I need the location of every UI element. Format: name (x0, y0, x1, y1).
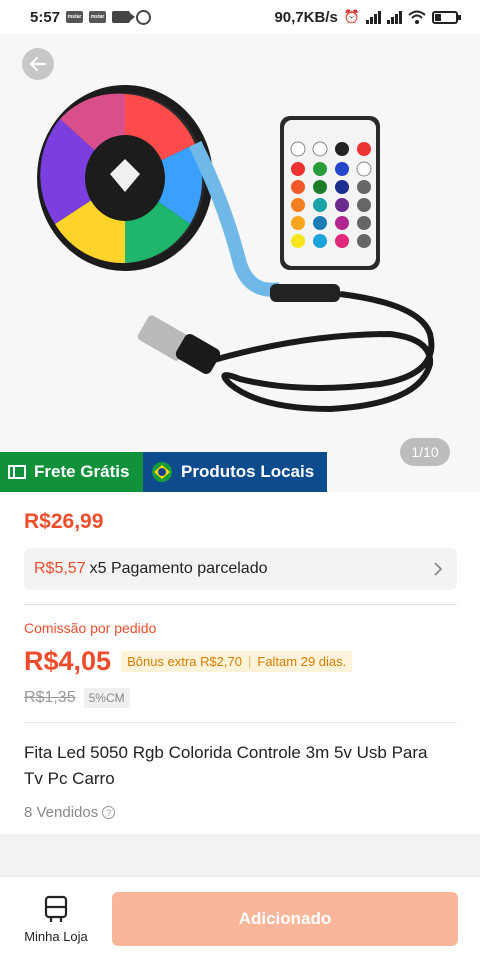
commission-row: R$4,05 Bônus extra R$2,70 | Faltam 29 di… (24, 646, 353, 677)
my-store-label: Minha Loja (24, 929, 88, 944)
divider (24, 604, 457, 605)
info-icon[interactable]: ? (102, 806, 116, 819)
video-camera-icon (112, 11, 136, 23)
ticket-icon (8, 465, 26, 479)
commission-rate: 5%CM (83, 688, 130, 708)
divider (24, 722, 457, 723)
wifi-icon (408, 10, 426, 24)
product-price: R$26,99 (24, 510, 104, 533)
installment-value: R$5,57 (34, 560, 86, 577)
installment-row[interactable]: R$5,57 x5 Pagamento parcelado (24, 548, 457, 590)
alarm-icon: ⏰ (343, 9, 360, 24)
section-spacer (0, 834, 480, 876)
bottom-bar: Minha Loja Adicionado (0, 876, 480, 960)
old-commission: R$1,35 (24, 689, 76, 706)
signal-icon (366, 10, 381, 24)
signal-icon (387, 10, 402, 24)
whatsapp-icon (136, 9, 152, 25)
product-info: R$26,99 R$5,57 x5 Pagamento parcelado Co… (0, 492, 480, 834)
back-button[interactable] (22, 48, 54, 80)
battery-icon (432, 10, 461, 24)
product-badges: Frete Grátis Produtos Locais (0, 452, 327, 492)
bonus-chip: Bônus extra R$2,70 | Faltam 29 dias. (121, 651, 353, 672)
sold-count: 8 Vendidos ? (24, 804, 116, 821)
network-speed: 90,7KB/s (274, 8, 338, 26)
bonus-text: Bônus extra R$2,70 (127, 654, 242, 669)
brazil-flag-icon (152, 462, 172, 482)
free-shipping-label: Frete Grátis (34, 462, 130, 481)
notification-icon: mstar (89, 11, 107, 23)
product-gallery[interactable]: 1/10 (0, 34, 480, 492)
commission-value: R$4,05 (24, 646, 112, 676)
store-icon (44, 895, 68, 922)
old-commission-row: R$1,35 5%CM (24, 688, 130, 708)
days-left: Faltam 29 dias. (257, 654, 347, 669)
arrow-left-icon (29, 56, 47, 72)
product-photo (0, 34, 480, 492)
installment-text: x5 Pagamento parcelado (89, 560, 268, 577)
local-products-badge: Produtos Locais (143, 452, 327, 492)
notification-icon: mstar (66, 11, 84, 23)
image-counter: 1/10 (400, 438, 450, 466)
clock: 5:57 (30, 8, 61, 26)
bonus-separator: | (247, 654, 252, 669)
sold-label: 8 Vendidos (24, 804, 99, 821)
added-button[interactable]: Adicionado (112, 892, 458, 946)
local-products-label: Produtos Locais (181, 462, 315, 481)
chevron-right-icon (434, 562, 443, 576)
my-store-button[interactable]: Minha Loja (18, 895, 94, 944)
commission-label: Comissão por pedido (24, 620, 157, 636)
status-bar: 5:57 mstar mstar 90,7KB/s ⏰ (0, 0, 480, 34)
product-title: Fita Led 5050 Rgb Colorida Controle 3m 5… (24, 743, 428, 788)
free-shipping-badge: Frete Grátis (0, 452, 143, 492)
